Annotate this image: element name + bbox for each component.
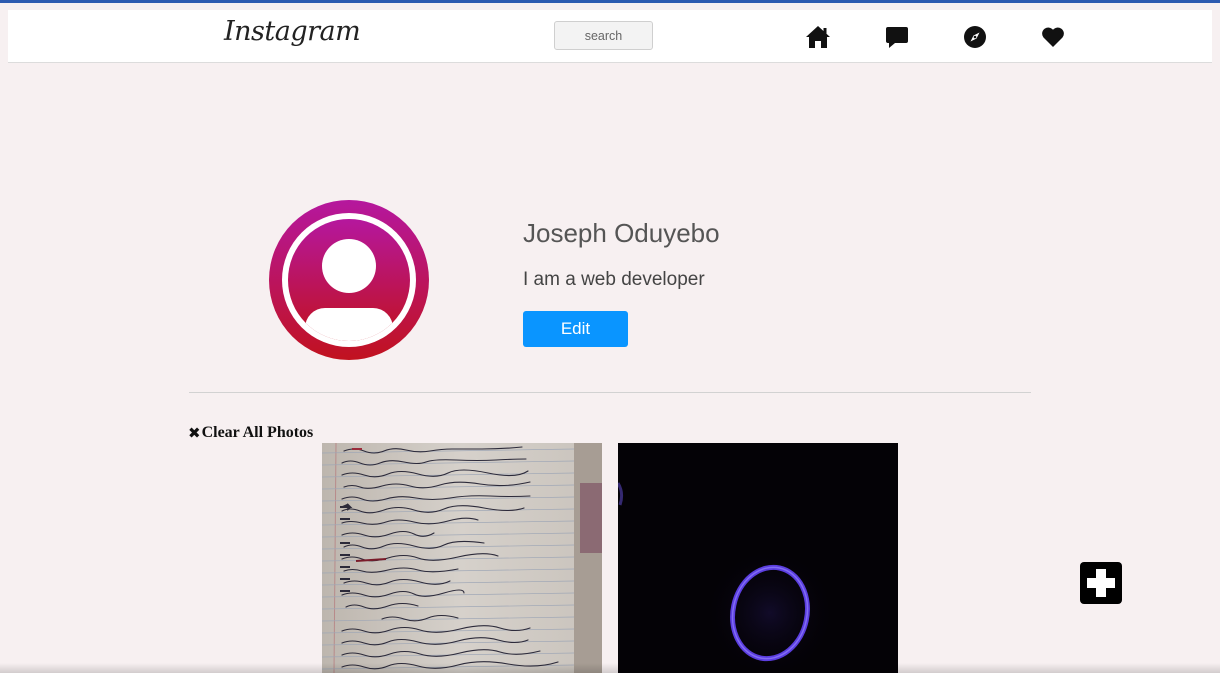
window-bottom-edge [0,663,1220,673]
heart-icon[interactable] [1040,24,1066,50]
dark-ring-photo[interactable] [618,443,898,673]
window-top-strip [0,0,1220,3]
message-icon[interactable] [884,24,910,50]
handwritten-notes-photo[interactable] [322,443,602,673]
profile-avatar[interactable] [269,200,429,360]
clear-all-photos-button[interactable]: ✖ Clear All Photos [188,424,313,442]
add-photo-button[interactable] [1080,562,1122,604]
compass-icon[interactable] [962,24,988,50]
profile-bio: I am a web developer [523,269,705,290]
search-input[interactable] [554,21,653,50]
user-circle-icon [269,200,429,360]
instagram-logo[interactable]: Instagram [224,16,361,47]
clear-all-photos-label: Clear All Photos [201,424,314,441]
top-navbar: Instagram [8,10,1212,63]
profile-name: Joseph Oduyebo [523,218,720,248]
section-divider [189,392,1031,393]
home-icon[interactable] [805,24,831,50]
plus-icon [1087,569,1115,597]
edit-profile-button[interactable]: Edit [523,311,628,347]
close-icon: ✖ [188,424,201,442]
